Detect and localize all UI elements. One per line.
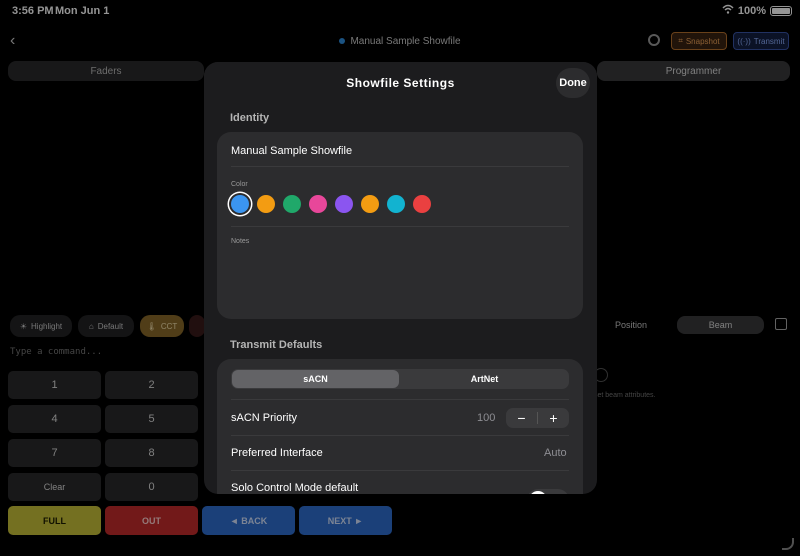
divider: [231, 435, 569, 436]
divider: [231, 470, 569, 471]
identity-card: Manual Sample Showfile Color Notes: [217, 132, 583, 319]
solo-mode-label: Solo Control Mode default: [231, 482, 359, 494]
preferred-interface-value[interactable]: Auto: [544, 447, 567, 459]
sheet-header: Showfile Settings Done: [204, 62, 597, 104]
notes-label: Notes: [231, 238, 250, 245]
increment-button[interactable]: +: [538, 408, 569, 428]
sacn-priority-label: sACN Priority: [231, 412, 298, 424]
color-swatch-orange[interactable]: [257, 195, 275, 213]
identity-section-label: Identity: [230, 112, 270, 124]
color-swatch-purple[interactable]: [335, 195, 353, 213]
divider: [231, 166, 569, 167]
sacn-priority-value: 100: [477, 412, 496, 424]
transmit-section-label: Transmit Defaults: [230, 339, 323, 351]
color-swatch-cyan[interactable]: [387, 195, 405, 213]
notes-field[interactable]: [231, 250, 569, 310]
sacn-priority-stepper: − +: [506, 408, 569, 428]
protocol-segmented-control: sACN ArtNet: [231, 369, 569, 389]
done-button[interactable]: Done: [556, 68, 590, 98]
color-swatch-amber[interactable]: [361, 195, 379, 213]
color-picker: [231, 195, 431, 213]
color-swatch-red[interactable]: [413, 195, 431, 213]
divider: [231, 226, 569, 227]
preferred-interface-label: Preferred Interface: [231, 447, 323, 459]
showfile-name-field[interactable]: Manual Sample Showfile: [231, 145, 352, 157]
showfile-settings-sheet: Showfile Settings Done Identity Manual S…: [204, 62, 597, 494]
decrement-button[interactable]: −: [506, 408, 537, 428]
color-swatch-blue[interactable]: [231, 195, 249, 213]
solo-mode-toggle[interactable]: [527, 489, 569, 494]
protocol-sacn[interactable]: sACN: [232, 370, 399, 388]
divider: [231, 399, 569, 400]
color-label: Color: [231, 181, 248, 188]
color-swatch-pink[interactable]: [309, 195, 327, 213]
color-swatch-green[interactable]: [283, 195, 301, 213]
protocol-artnet[interactable]: ArtNet: [401, 370, 568, 388]
sheet-title: Showfile Settings: [346, 76, 455, 90]
transmit-card: sACN ArtNet sACN Priority 100 − + Prefer…: [217, 359, 583, 494]
toggle-knob: [529, 491, 547, 494]
